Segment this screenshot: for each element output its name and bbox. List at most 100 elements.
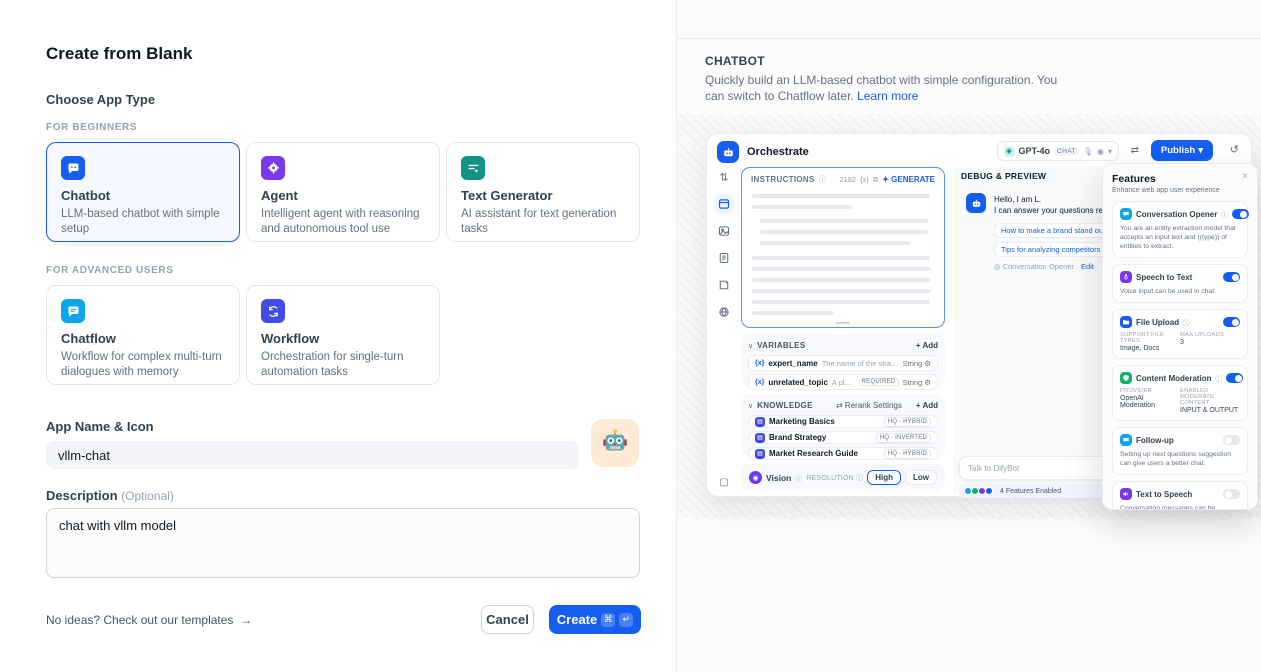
chevron-down-icon[interactable]: ∨ <box>748 342 753 350</box>
variable-desc: The name of the strategic consulting... <box>822 359 899 368</box>
create-button[interactable]: Create ⌘ ↵ <box>549 605 641 634</box>
app-name-input[interactable] <box>46 441 579 469</box>
dataset-mode-badge: HQ · HYBRID <box>884 449 931 459</box>
rail-globe-icon[interactable] <box>714 302 734 322</box>
app-type-card-workflow[interactable]: Workflow Orchestration for single-turn a… <box>246 285 440 385</box>
variable-type: String ⚙ <box>903 359 931 368</box>
rerank-settings-button[interactable]: ⇄ Rerank Settings <box>836 401 902 410</box>
toggle-file-upload[interactable] <box>1223 317 1240 327</box>
learn-more-link[interactable]: Learn more <box>857 89 918 103</box>
mic-mini-icon: 🎙 <box>1083 147 1093 156</box>
gear-icon[interactable]: ⚙ <box>924 378 931 387</box>
rail-prompt-icon[interactable] <box>714 194 734 214</box>
knowledge-row[interactable]: ▤ Market Research Guide HQ · HYBRID <box>748 447 938 460</box>
rail-note-icon[interactable] <box>714 275 734 295</box>
shield-icon <box>1120 372 1132 384</box>
resolution-high-option[interactable]: High <box>867 470 901 485</box>
swap-icon[interactable]: ⇅ <box>714 167 734 187</box>
close-icon[interactable]: × <box>1242 171 1248 182</box>
app-type-card-text-generator[interactable]: Text Generator AI assistant for text gen… <box>446 142 640 242</box>
variable-row[interactable]: {x} expert_name The name of the strategi… <box>748 355 938 371</box>
preview-left-rail: ⇅ ▢ <box>707 167 741 496</box>
tts-icon <box>1120 488 1132 500</box>
variables-label: VARIABLES <box>757 341 805 350</box>
feature-item-content-moderation: Content Moderation ⓘ PROVIDEROpenAI Mode… <box>1112 365 1248 421</box>
instructions-label: INSTRUCTIONS <box>751 175 815 184</box>
toggle-conversation-opener[interactable] <box>1232 209 1249 219</box>
model-provider-icon: ◉ <box>1004 146 1015 157</box>
preview-description: Quickly build an LLM-based chatbot with … <box>705 72 1077 104</box>
add-knowledge-button[interactable]: + Add <box>916 401 938 410</box>
rail-image-icon[interactable] <box>714 221 734 241</box>
page-title: Create from Blank <box>46 44 192 64</box>
text-generator-icon <box>461 156 485 180</box>
feature-item-follow-up: Follow-up Setting up next questions sugg… <box>1112 427 1248 475</box>
vision-eye-icon: ◉ <box>749 471 762 484</box>
knowledge-label: KNOWLEDGE <box>757 401 813 410</box>
features-enabled-bar[interactable]: 4 Features Enabled <box>959 484 1114 498</box>
gear-icon[interactable]: ⚙ <box>924 359 931 368</box>
variable-insert-icon[interactable]: {x} <box>860 175 869 184</box>
app-type-card-chatbot[interactable]: Chatbot LLM-based chatbot with simple se… <box>46 142 240 242</box>
arrow-right-icon: → <box>240 613 252 627</box>
followup-icon <box>1120 434 1132 446</box>
history-icon[interactable]: ↺ <box>1230 143 1239 156</box>
copy-icon[interactable]: ⧉ <box>873 175 878 185</box>
variable-icon: {x} <box>755 379 764 386</box>
instructions-skeleton <box>742 194 944 315</box>
variable-row[interactable]: {x} unrelated_topic A placeholder for to… <box>748 374 938 390</box>
toggle-content-moderation[interactable] <box>1226 373 1243 383</box>
description-textarea[interactable]: chat with vllm model <box>46 508 640 578</box>
opener-icon <box>1120 208 1132 220</box>
chevron-down-icon[interactable]: ∨ <box>748 402 753 410</box>
app-type-card-chatflow[interactable]: Chatflow Workflow for complex multi-turn… <box>46 285 240 385</box>
generate-button[interactable]: ✦ GENERATE <box>882 175 935 184</box>
instructions-panel: INSTRUCTIONS ⓘ 2182 {x} ⧉ ✦ GENERATE <box>741 167 945 328</box>
feature-item-conversation-opener: Conversation Opener ⓘ You are an entity … <box>1112 201 1248 258</box>
knowledge-row[interactable]: ▤ Marketing Basics HQ · HYBRID <box>748 415 938 428</box>
features-title: Features <box>1112 173 1248 185</box>
toggle-speech-to-text[interactable] <box>1223 272 1240 282</box>
debug-preview-label: DEBUG & PREVIEW <box>961 171 1046 181</box>
app-icon-picker[interactable] <box>591 419 639 467</box>
token-count: 2182 <box>839 175 856 184</box>
resolution-low-option[interactable]: Low <box>905 470 937 485</box>
info-icon: ⓘ <box>1183 317 1190 327</box>
resize-handle[interactable] <box>836 322 850 324</box>
model-selector[interactable]: ◉ GPT-4o CHAT 🎙 ◉ ▾ <box>997 141 1119 161</box>
toggle-text-to-speech[interactable] <box>1223 489 1240 499</box>
cmd-key-icon: ⌘ <box>601 613 615 627</box>
publish-button[interactable]: Publish▾ <box>1151 140 1213 161</box>
dataset-mode-badge: HQ · HYBRID <box>884 417 931 427</box>
variable-name: expert_name <box>768 359 817 368</box>
variable-name: unrelated_topic <box>768 378 828 387</box>
app-type-desc: AI assistant for text generation tasks <box>461 207 625 237</box>
toggle-follow-up[interactable] <box>1223 435 1240 445</box>
resolution-label: RESOLUTION ⓘ <box>806 473 863 483</box>
for-advanced-users-label: FOR ADVANCED USERS <box>46 265 173 276</box>
model-settings-icon[interactable]: ⇄ <box>1131 145 1139 156</box>
cancel-button[interactable]: Cancel <box>481 605 534 634</box>
info-icon: ⓘ <box>1216 373 1223 383</box>
app-type-desc: Orchestration for single-turn automation… <box>261 350 425 380</box>
variables-section: ∨ VARIABLES + Add {x} expert_name The na… <box>741 334 945 388</box>
app-type-desc: Intelligent agent with reasoning and aut… <box>261 207 425 237</box>
rail-document-icon[interactable] <box>714 248 734 268</box>
mic-icon <box>1120 271 1132 283</box>
create-button-label: Create <box>557 612 597 627</box>
templates-link[interactable]: No ideas? Check out our templates → <box>46 613 252 627</box>
knowledge-row[interactable]: ▤ Brand Strategy HQ · INVERTED <box>748 431 938 444</box>
chat-input[interactable]: Talk to DifyBot <box>959 456 1114 480</box>
add-variable-button[interactable]: + Add <box>916 341 938 350</box>
eye-mini-icon: ◉ <box>1097 147 1104 156</box>
chat-bot-avatar <box>966 193 986 213</box>
app-type-card-agent[interactable]: Agent Intelligent agent with reasoning a… <box>246 142 440 242</box>
suggestion-chip[interactable]: How to make a brand stand out? <box>994 223 1116 238</box>
vision-section: ◉ Vision ⓘ RESOLUTION ⓘ High Low <box>741 464 945 491</box>
edit-opener-button[interactable]: Edit <box>1081 262 1094 271</box>
feature-item-speech-to-text: Speech to Text Voice input can be used i… <box>1112 264 1248 303</box>
upload-feature-dot <box>985 487 993 495</box>
collapse-panel-icon[interactable]: ▢ <box>707 477 741 488</box>
vision-label: Vision <box>766 473 791 483</box>
robot-emoji <box>600 428 630 458</box>
